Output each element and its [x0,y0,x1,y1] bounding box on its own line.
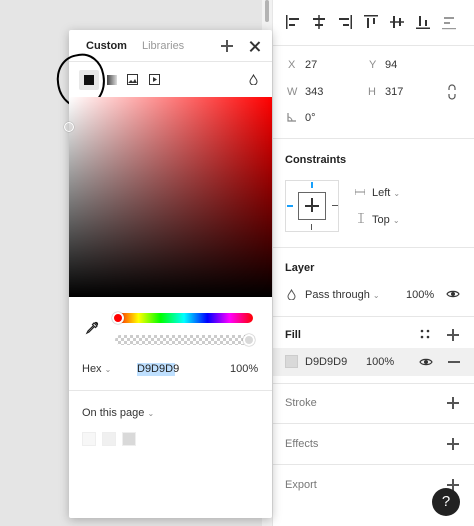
blend-mode-value: Pass through [305,289,370,301]
opacity-input[interactable]: 100% [230,363,258,375]
horizontal-constraint-select[interactable]: Left ⌄ [372,187,400,199]
constraint-widget[interactable] [285,180,339,232]
color-handle[interactable] [64,122,74,132]
chevron-down-icon: ⌄ [147,409,155,418]
vertical-constraint-icon [358,213,364,223]
align-left-icon[interactable] [285,14,301,30]
fill-swatch[interactable] [285,355,298,368]
effects-title: Effects [285,438,319,450]
horizontal-constraint-icon [355,189,365,195]
divider [273,316,474,317]
rotation-input[interactable]: 0° [305,112,316,124]
distribute-icon[interactable] [441,14,457,30]
picker-tabs: Custom Libraries [69,30,272,62]
y-input[interactable]: 94 [385,59,397,71]
vertical-constraint-select[interactable]: Top ⌄ [372,214,400,226]
hex-input[interactable]: D9D9D9 [137,363,179,375]
layer-opacity-input[interactable]: 100% [406,289,434,301]
constraint-cross-horizontal [305,205,319,207]
video-fill-icon[interactable] [149,74,160,85]
h-label: H [368,86,376,98]
scrollbar-thumb[interactable] [265,0,269,22]
opacity-slider-handle[interactable] [243,334,255,346]
hue-slider-handle[interactable] [112,312,124,324]
align-horizontal-center-icon[interactable] [311,14,327,30]
add-fill-icon[interactable] [447,329,459,341]
add-style-icon[interactable] [221,40,233,52]
page-color-swatch[interactable] [102,432,116,446]
constraint-right-indicator[interactable] [332,205,338,206]
w-label: W [287,86,298,98]
color-mode-value: Hex [82,363,102,375]
y-label: Y [369,59,377,71]
divider [273,138,474,139]
constraints-title: Constraints [285,154,347,166]
divider [69,390,272,391]
chevron-down-icon: ⌄ [104,365,112,374]
image-fill-icon[interactable] [127,74,138,85]
styles-grid-icon[interactable] [420,329,430,339]
layer-title: Layer [285,262,315,274]
export-title: Export [285,479,317,491]
divider [273,247,474,248]
page-color-swatch[interactable] [122,432,136,446]
divider [273,383,474,384]
close-icon[interactable] [249,41,260,52]
align-vertical-center-icon[interactable] [389,14,405,30]
x-input[interactable]: 27 [305,59,317,71]
eye-icon[interactable] [419,357,433,367]
fill-row[interactable]: D9D9D9 100% [273,348,474,376]
align-right-icon[interactable] [337,14,353,30]
blend-mode-select[interactable]: Pass through ⌄ [305,289,380,301]
divider [273,464,474,465]
hue-slider[interactable] [115,313,253,323]
w-input[interactable]: 343 [305,86,323,98]
add-stroke-icon[interactable] [447,397,459,409]
fill-opacity-input[interactable]: 100% [366,356,394,368]
linear-gradient-icon[interactable] [107,75,117,85]
add-effect-icon[interactable] [447,438,459,450]
chevron-down-icon: ⌄ [393,189,401,198]
constraint-bottom-indicator[interactable] [311,224,312,230]
chevron-down-icon: ⌄ [392,216,400,225]
page-color-swatch[interactable] [82,432,96,446]
swatch-source-value: On this page [82,407,145,419]
swatch-source-select[interactable]: On this page ⌄ [82,407,154,419]
saturation-brightness-area[interactable] [69,97,272,297]
fill-title: Fill [285,329,301,341]
tab-custom[interactable]: Custom [86,40,127,52]
divider [273,423,474,424]
color-mode-select[interactable]: Hex ⌄ [82,363,111,375]
blend-drop-icon[interactable] [249,74,258,85]
help-button[interactable]: ? [432,488,460,516]
stroke-title: Stroke [285,397,317,409]
opacity-slider[interactable] [115,335,253,345]
fill-hex-input[interactable]: D9D9D9 [305,356,347,368]
constraint-top-indicator[interactable] [311,182,313,188]
rotation-icon [287,113,296,122]
constraint-left-indicator[interactable] [287,205,293,207]
vertical-constraint-value: Top [372,214,390,226]
alignment-toolbar [273,0,474,46]
color-picker-popup: Custom Libraries Hex ⌄ D9D9D9 100% On th… [52,30,272,518]
eye-icon[interactable] [446,289,460,299]
remove-fill-icon[interactable] [448,361,460,363]
horizontal-constraint-value: Left [372,187,391,199]
align-top-icon[interactable] [363,14,379,30]
properties-panel: X 27 Y 94 W 343 H 317 0° Constraints Lef… [272,0,474,526]
constrain-proportions-icon[interactable] [447,84,457,100]
eyedropper-icon[interactable] [85,321,99,335]
tab-libraries[interactable]: Libraries [142,40,184,52]
x-label: X [288,59,296,71]
align-bottom-icon[interactable] [415,14,431,30]
chevron-down-icon: ⌄ [372,291,380,300]
drop-icon [287,289,296,300]
h-input[interactable]: 317 [385,86,403,98]
